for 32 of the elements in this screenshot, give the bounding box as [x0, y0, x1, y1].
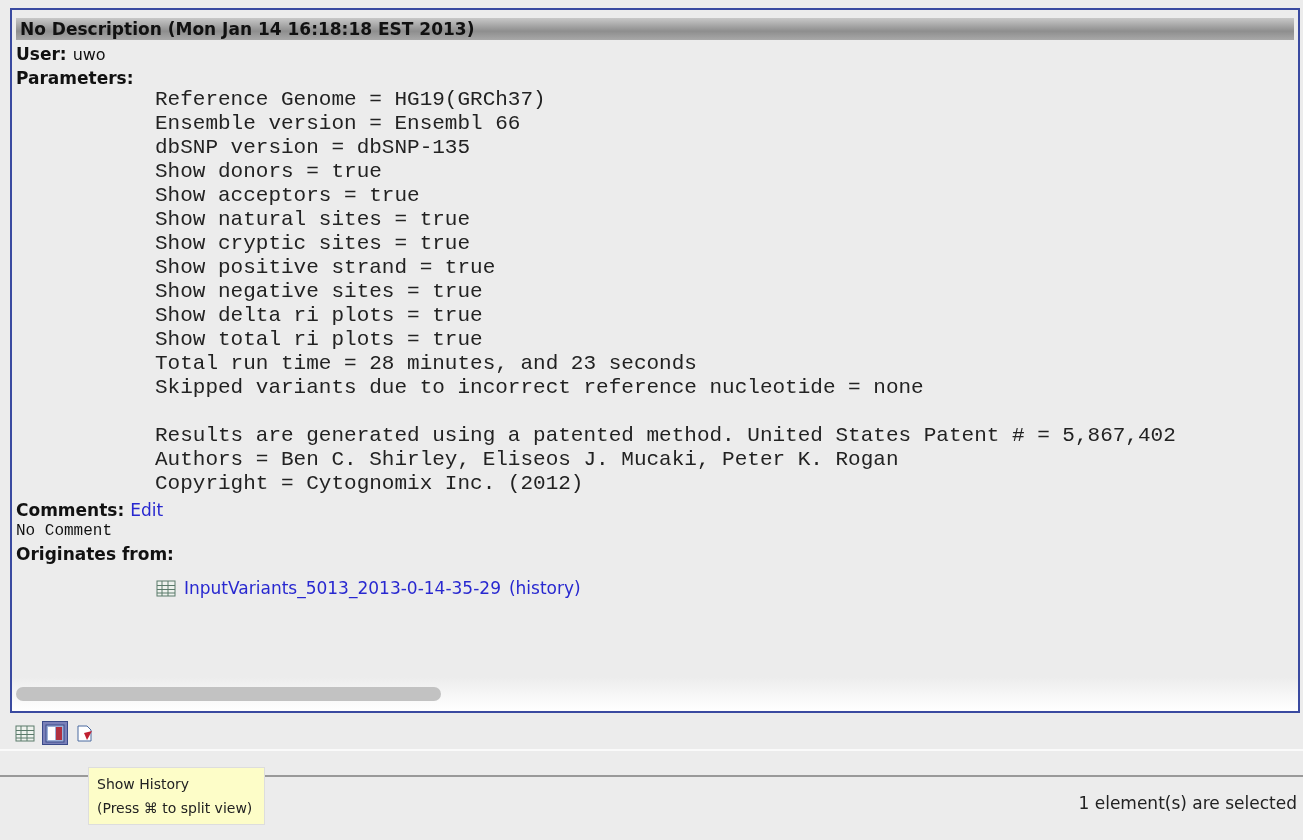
parameter-line: Results are generated using a patented method. United States Patent # = 5,867,402	[155, 424, 1176, 448]
comment-text: No Comment	[16, 522, 113, 540]
edit-link[interactable]: Edit	[130, 500, 164, 520]
comments-label: Comments:	[16, 500, 125, 520]
description-header: No Description (Mon Jan 14 16:18:18 EST 2013)	[16, 18, 1294, 40]
parameter-line: Show positive strand = true	[155, 256, 496, 280]
scrollbar-thumb[interactable]	[16, 687, 441, 701]
parameter-line: Show natural sites = true	[155, 208, 471, 232]
originates-label: Originates from:	[16, 544, 174, 564]
parameter-line: Show delta ri plots = true	[155, 304, 483, 328]
parameter-line: Show total ri plots = true	[155, 328, 483, 352]
parameter-line: Skipped variants due to incorrect reference nucleotide = none	[155, 376, 924, 400]
user-label: User:	[16, 44, 67, 64]
status-text: 1 element(s) are selected	[1078, 793, 1297, 813]
parameters-label: Parameters:	[16, 68, 134, 88]
parameter-line: Show negative sites = true	[155, 280, 483, 304]
tooltip-text: Show History	[97, 775, 191, 794]
book-view-button[interactable]	[42, 721, 68, 745]
parameter-line: Reference Genome = HG19(GRCh37)	[155, 88, 546, 112]
parameter-line: Show donors = true	[155, 160, 382, 184]
parameter-line: Total run time = 28 minutes, and 23 seconds	[155, 352, 697, 376]
tooltip-text: (Press ⌘ to split view)	[97, 799, 253, 818]
parameter-line: Show cryptic sites = true	[155, 232, 471, 256]
parameter-line: Ensemble version = Ensembl 66	[155, 112, 521, 136]
parameter-line: Copyright = Cytognomix Inc. (2012)	[155, 472, 584, 496]
user-value: uwo	[72, 45, 106, 64]
parameter-line: Show acceptors = true	[155, 184, 420, 208]
table-icon	[156, 578, 176, 598]
source-link[interactable]: InputVariants_5013_2013-0-14-35-29	[184, 578, 501, 598]
parameter-line: dbSNP version = dbSNP-135	[155, 136, 471, 160]
history-link[interactable]: (history)	[508, 578, 581, 598]
parameter-line: Authors = Ben C. Shirley, Eliseos J. Mucaki, Peter K. Rogan	[155, 448, 899, 472]
